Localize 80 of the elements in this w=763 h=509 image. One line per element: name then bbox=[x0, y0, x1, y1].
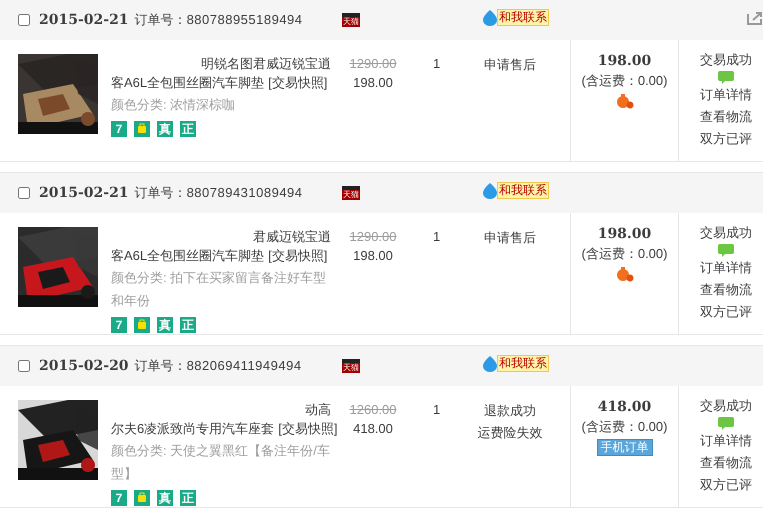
order-checkbox[interactable] bbox=[18, 360, 30, 372]
product-title-line[interactable]: 君威迈锐宝逍 bbox=[111, 227, 331, 246]
item-status: 退款成功 bbox=[484, 402, 536, 420]
contact-seller-link[interactable]: 和我联系 bbox=[497, 182, 549, 199]
order-action-link[interactable]: 双方已评 bbox=[700, 301, 752, 323]
shipping-fee: (含运费：0.00) bbox=[582, 72, 668, 90]
chat-icon[interactable] bbox=[718, 417, 734, 430]
coin-bag-icon bbox=[616, 266, 634, 282]
order-number: 880788955189494 bbox=[186, 11, 303, 30]
order-date: 2015-02-21 bbox=[39, 10, 129, 30]
quantity: 1 bbox=[433, 228, 442, 246]
order-number-label: 订单号： bbox=[134, 11, 187, 30]
unit-price: 418.00 bbox=[353, 420, 393, 438]
briefcase-icon bbox=[134, 490, 150, 506]
order-action-link[interactable]: 订单详情 bbox=[700, 84, 752, 106]
order-action-link[interactable]: 查看物流 bbox=[700, 106, 752, 128]
store-badge: 天猫 bbox=[342, 13, 360, 27]
snapshot-link[interactable]: [交易快照] bbox=[268, 73, 328, 92]
mobile-order-badge: 手机订单 bbox=[596, 439, 652, 456]
item-status: 运费险失效 bbox=[478, 424, 542, 442]
contact-seller-link[interactable]: 和我联系 bbox=[497, 355, 549, 372]
product-title-line[interactable]: 客A6L全包围丝圈汽车脚垫 bbox=[111, 246, 264, 265]
service-tag: 正 bbox=[180, 317, 196, 333]
service-tag: 7 bbox=[111, 121, 127, 137]
service-tag: 7 bbox=[111, 490, 127, 506]
order-action-link[interactable]: 交易成功 bbox=[700, 49, 752, 71]
item-status: 申请售后 bbox=[484, 56, 536, 74]
order-action-link[interactable]: 查看物流 bbox=[700, 452, 752, 474]
order-checkbox[interactable] bbox=[18, 187, 30, 199]
original-price: 1290.00 bbox=[350, 228, 396, 246]
service-tag: 正 bbox=[180, 490, 196, 506]
order-number: 882069411949494 bbox=[186, 357, 302, 376]
share-icon[interactable] bbox=[747, 11, 763, 25]
service-tag: 7 bbox=[111, 317, 127, 333]
product-title-line[interactable]: 动高 bbox=[111, 400, 331, 419]
service-tag: 正 bbox=[180, 121, 196, 137]
product-variant: 颜色分类: 天使之翼黑红【备注年份/车型】 bbox=[111, 442, 331, 483]
order-action-link[interactable]: 双方已评 bbox=[700, 474, 752, 496]
order-total: 198.00 bbox=[598, 225, 652, 244]
order-total: 198.00 bbox=[598, 52, 652, 71]
order-number-label: 订单号： bbox=[134, 184, 187, 202]
contact-seller-link[interactable]: 和我联系 bbox=[497, 9, 549, 26]
quantity: 1 bbox=[433, 55, 442, 73]
order-action-link[interactable]: 交易成功 bbox=[700, 222, 752, 244]
order-date: 2015-02-21 bbox=[39, 184, 129, 202]
service-tag: 真 bbox=[157, 317, 173, 333]
original-price: 1260.00 bbox=[350, 401, 396, 419]
original-price: 1290.00 bbox=[350, 55, 396, 73]
order-checkbox[interactable] bbox=[18, 14, 30, 26]
order-action-link[interactable]: 双方已评 bbox=[700, 128, 752, 150]
unit-price: 198.00 bbox=[353, 247, 393, 265]
chat-icon[interactable] bbox=[718, 71, 734, 84]
store-badge: 天猫 bbox=[342, 186, 360, 200]
product-title-line[interactable]: 客A6L全包围丝圈汽车脚垫 bbox=[111, 73, 264, 92]
unit-price: 198.00 bbox=[353, 74, 393, 92]
order-action-link[interactable]: 交易成功 bbox=[700, 395, 752, 417]
briefcase-icon bbox=[134, 121, 150, 137]
order-action-link[interactable]: 订单详情 bbox=[700, 257, 752, 279]
coin-bag-icon bbox=[616, 93, 634, 109]
order-date: 2015-02-20 bbox=[39, 356, 129, 376]
item-status: 申请售后 bbox=[484, 229, 536, 247]
product-variant: 颜色分类: 浓情深棕咖 bbox=[111, 96, 236, 114]
order-number: 880789431089494 bbox=[186, 184, 303, 202]
chat-icon[interactable] bbox=[718, 244, 734, 257]
service-tag: 真 bbox=[157, 490, 173, 506]
briefcase-icon bbox=[134, 317, 150, 333]
snapshot-link[interactable]: [交易快照] bbox=[268, 246, 328, 265]
snapshot-link[interactable]: [交易快照] bbox=[278, 419, 338, 438]
service-tag: 真 bbox=[157, 121, 173, 137]
order-total: 418.00 bbox=[598, 398, 652, 417]
shipping-fee: (含运费：0.00) bbox=[582, 245, 668, 263]
order-action-link[interactable]: 订单详情 bbox=[700, 430, 752, 452]
order-number-label: 订单号： bbox=[134, 357, 187, 376]
order-action-link[interactable]: 查看物流 bbox=[700, 279, 752, 301]
shipping-fee: (含运费：0.00) bbox=[582, 418, 668, 436]
product-variant: 颜色分类: 拍下在买家留言备注好车型和年份 bbox=[111, 269, 328, 310]
quantity: 1 bbox=[433, 401, 442, 419]
store-badge: 天猫 bbox=[342, 359, 360, 373]
product-title-line[interactable]: 尔夫6凌派致尚专用汽车座套 bbox=[111, 419, 274, 438]
product-title-line[interactable]: 明锐名图君威迈锐宝逍 bbox=[111, 54, 331, 73]
